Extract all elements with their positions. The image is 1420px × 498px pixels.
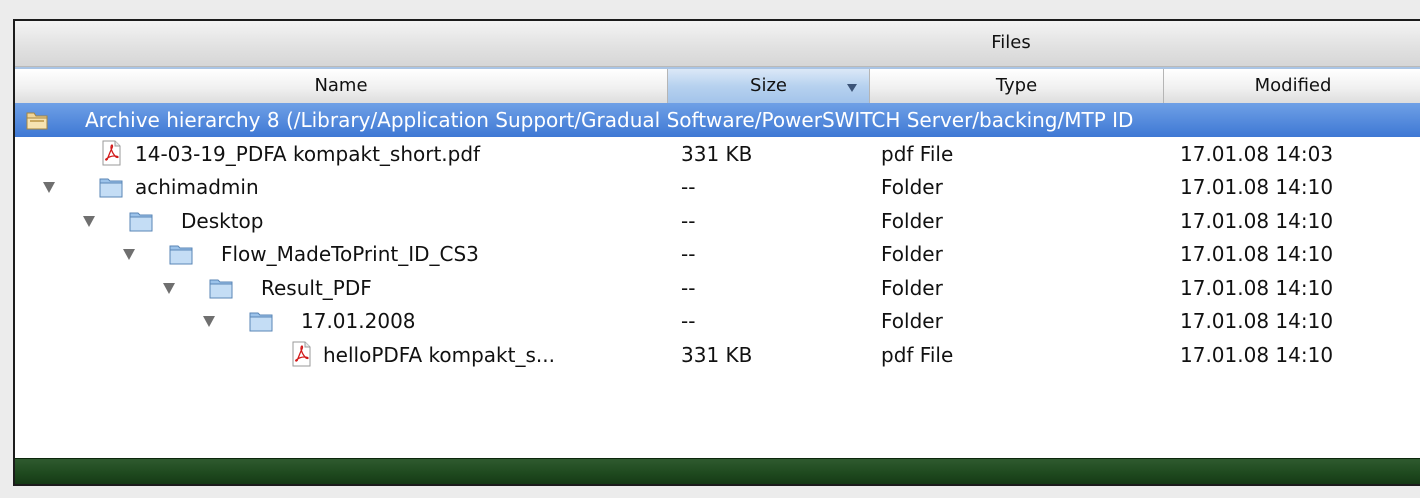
row-type: Folder	[881, 242, 943, 266]
column-header-modified[interactable]: Modified	[1164, 69, 1420, 104]
row-type: Folder	[881, 309, 943, 333]
list-item[interactable]: Flow_MadeToPrint_ID_CS3 -- Folder 17.01.…	[15, 237, 1420, 271]
sort-descending-icon	[847, 84, 857, 92]
pdf-file-icon	[292, 341, 311, 366]
row-size: --	[681, 309, 696, 333]
row-name: Desktop	[181, 208, 264, 233]
row-size: --	[681, 242, 696, 266]
column-header-size[interactable]: Size	[668, 69, 870, 104]
row-modified: 17.01.08 14:10	[1180, 309, 1334, 333]
pdf-file-icon	[102, 140, 121, 165]
row-type: Folder	[881, 175, 943, 199]
disclosure-triangle-icon[interactable]	[123, 249, 135, 260]
row-type: pdf File	[881, 342, 954, 367]
archive-folder-icon	[26, 112, 48, 130]
row-modified: 17.01.08 14:10	[1180, 175, 1334, 199]
column-header-name[interactable]: Name	[15, 69, 668, 104]
folder-icon	[249, 312, 273, 332]
column-header-type[interactable]: Type	[870, 69, 1164, 104]
folder-icon	[99, 178, 123, 198]
row-size: --	[681, 208, 696, 233]
list-item[interactable]: Desktop -- Folder 17.01.08 14:10	[15, 204, 1420, 238]
row-name: Archive hierarchy 8 (/Library/Applicatio…	[85, 108, 1134, 132]
row-name: helloPDFA kompakt_s...	[323, 342, 555, 367]
list-item[interactable]: Archive hierarchy 8 (/Library/Applicatio…	[15, 103, 1420, 137]
row-name: 17.01.2008	[301, 309, 416, 333]
panel-title-bar: Files	[15, 21, 1420, 67]
row-type: Folder	[881, 275, 943, 300]
disclosure-triangle-icon[interactable]	[43, 182, 55, 193]
row-size: 331 KB	[681, 141, 753, 166]
list-item[interactable]: Result_PDF -- Folder 17.01.08 14:10	[15, 271, 1420, 305]
row-modified: 17.01.08 14:10	[1180, 208, 1334, 233]
folder-icon	[169, 245, 193, 265]
row-modified: 17.01.08 14:10	[1180, 275, 1334, 300]
disclosure-triangle-icon[interactable]	[83, 215, 95, 227]
list-item[interactable]: 14-03-19_PDFA kompakt_short.pdf 331 KB p…	[15, 137, 1420, 171]
row-name: achimadmin	[135, 175, 259, 199]
row-modified: 17.01.08 14:10	[1180, 342, 1334, 367]
disclosure-triangle-icon[interactable]	[163, 282, 175, 294]
panel-title: Files	[991, 32, 1031, 53]
row-name: 14-03-19_PDFA kompakt_short.pdf	[135, 141, 481, 166]
row-type: pdf File	[881, 141, 954, 166]
list-item[interactable]: achimadmin -- Folder 17.01.08 14:10	[15, 170, 1420, 204]
row-name: Result_PDF	[261, 275, 372, 300]
list-item[interactable]: 17.01.2008 -- Folder 17.01.08 14:10	[15, 304, 1420, 338]
row-name: Flow_MadeToPrint_ID_CS3	[221, 242, 479, 266]
row-type: Folder	[881, 208, 943, 233]
file-list: Archive hierarchy 8 (/Library/Applicatio…	[15, 103, 1420, 371]
column-header-row: Name Size Type Modified	[15, 67, 1420, 105]
row-size: --	[681, 175, 696, 199]
folder-icon	[129, 212, 153, 231]
files-panel: Files Name Size Type Modified Archive hi…	[13, 19, 1420, 486]
column-header-size-label: Size	[750, 75, 787, 96]
list-item[interactable]: helloPDFA kompakt_s... 331 KB pdf File 1…	[15, 338, 1420, 372]
disclosure-triangle-icon[interactable]	[203, 316, 215, 327]
row-modified: 17.01.08 14:10	[1180, 242, 1334, 266]
row-modified: 17.01.08 14:03	[1180, 141, 1334, 166]
status-bar	[15, 458, 1420, 484]
folder-icon	[209, 279, 233, 298]
row-size: --	[681, 275, 696, 300]
row-size: 331 KB	[681, 342, 753, 367]
